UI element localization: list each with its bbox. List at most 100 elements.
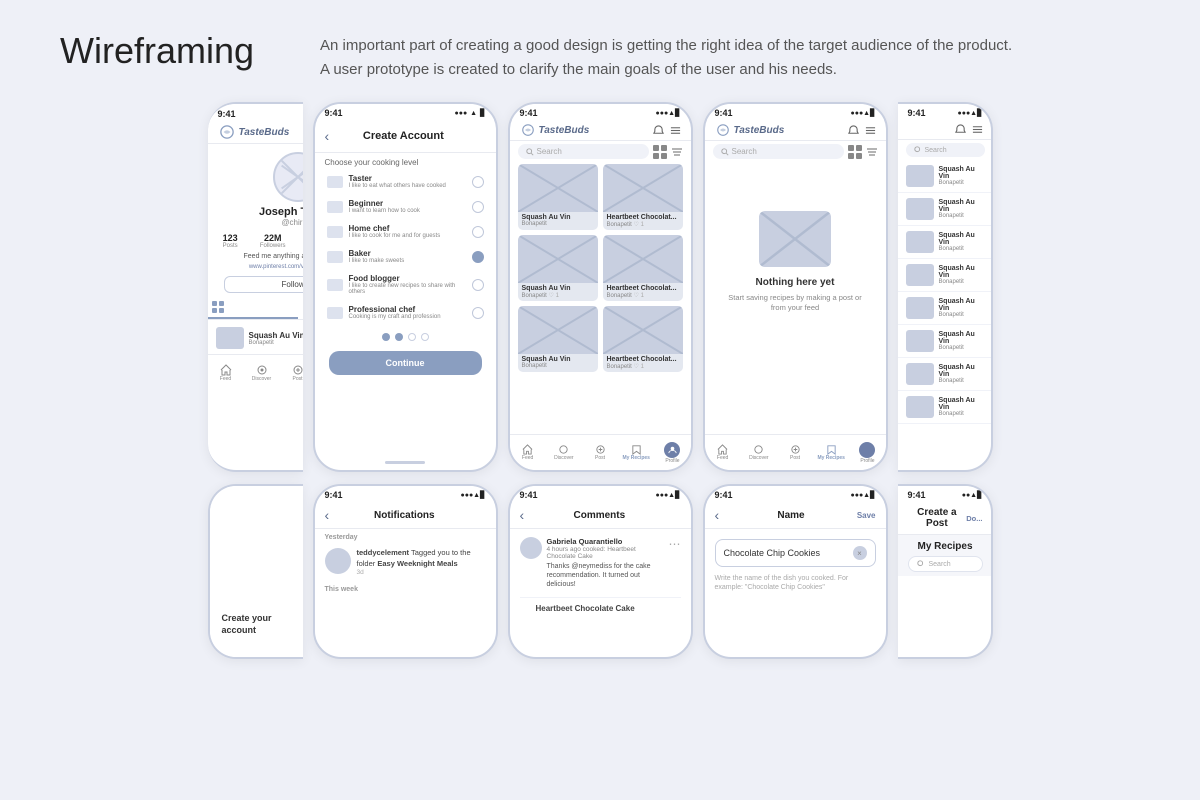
my-recipes-section: My Recipes Search (898, 535, 993, 576)
grid-toggle-icon[interactable] (653, 145, 667, 159)
cooking-level-title: Choose your cooking level (315, 153, 496, 169)
name-input-wrapper[interactable]: Chocolate Chip Cookies × (715, 539, 876, 567)
recipe-list: Squash Au VinBonapetit Squash Au VinBona… (898, 160, 993, 424)
name-input-value[interactable]: Chocolate Chip Cookies (724, 548, 853, 558)
search-bar[interactable]: Search (713, 144, 844, 159)
clear-button[interactable]: × (853, 546, 867, 560)
profile-link: www.pinterest.com/verikdmt/_saved/ (208, 262, 303, 272)
recipe-list-item[interactable]: Squash Au VinBonapetit (898, 226, 993, 259)
recipe-list-item[interactable]: Squash Au VinBonapetit (898, 325, 993, 358)
bottom-nav: Feed Discover Post My Recipes Profile (208, 354, 303, 390)
feed-nav-bar: TasteBuds (510, 120, 691, 141)
level-taster[interactable]: TasterI like to eat what others have coo… (319, 169, 492, 194)
recipe-card[interactable]: Squash Au VinBonapetit (518, 306, 598, 372)
profile-bio: Feed me anything and I'm happy :) (208, 251, 303, 262)
page-header: Wireframing An important part of creatin… (0, 0, 1200, 102)
profile-nav-bar: TasteBuds (208, 121, 303, 144)
status-bar: 9:41 ●●●▲▊ (315, 486, 496, 502)
notifications-header: ‹ Notifications (315, 502, 496, 529)
status-bar: 9:41 ●●●▲▊ (510, 104, 691, 120)
recipe-card[interactable]: Heartbeet Chocolat...Bonapetit ♡ 1 (603, 164, 683, 230)
frames-row-1: 9:41 ●●● ▲ ▊ TasteBuds (0, 102, 1200, 472)
bell-icon (653, 125, 664, 136)
recipe-list-item[interactable]: Squash Au VinBonapetit (898, 160, 993, 193)
recipe-card[interactable]: Heartbeet Chocolat...Bonapetit ♡ 1 (603, 235, 683, 301)
tab-saved[interactable] (298, 297, 303, 319)
comments-frame: 9:41 ●●●▲▊ ‹ Comments Gabriela Quarantie… (508, 484, 693, 659)
status-bar: 9:41 ●●●▲▊ (510, 486, 691, 502)
home-indicator (385, 461, 425, 464)
status-bar: 9:41 ●●▲▊ (898, 486, 993, 502)
follow-button[interactable]: Followed (224, 276, 303, 293)
page-title: Wireframing (60, 30, 260, 72)
search-row: Search (898, 140, 993, 160)
recipe-list-item[interactable]: Squash Au VinBonapetit (898, 391, 993, 424)
save-button[interactable]: Save (857, 511, 876, 520)
nothing-desc: Start saving recipes by making a post or… (725, 293, 866, 314)
my-recipes-title: My Recipes (908, 541, 983, 552)
recipe-card[interactable]: Squash Au VinBonapetit ♡ 1 (518, 235, 598, 301)
level-professional-chef[interactable]: Professional chefCooking is my craft and… (319, 300, 492, 325)
nothing-title: Nothing here yet (756, 277, 835, 288)
name-title: Name (725, 510, 857, 521)
back-button[interactable]: ‹ (325, 507, 330, 523)
filter-icon[interactable] (671, 146, 683, 158)
nothing-icon (759, 211, 831, 267)
recipe-list-item[interactable]: Squash Au VinBonapetit (898, 358, 993, 391)
list-nav-bar (898, 120, 993, 140)
level-home-chef[interactable]: Home chefI like to cook for me and for g… (319, 219, 492, 244)
recipe-card[interactable]: Heartbeet Chocolat...Bonapetit ♡ 1 (603, 306, 683, 372)
recipe-list-item[interactable]: Squash Au VinBonapetit (898, 259, 993, 292)
recipe-card[interactable]: Squash Au VinBonapetit (518, 164, 598, 230)
profile-handle: @chirrrik (208, 218, 303, 227)
profile-frame: 9:41 ●●● ▲ ▊ TasteBuds (208, 102, 303, 472)
app-logo: TasteBuds (715, 124, 785, 136)
search-placeholder: Search (929, 561, 951, 568)
back-button[interactable]: ‹ (325, 128, 330, 144)
create-account-cta-text: Create your account (222, 612, 291, 637)
recipe-list-item[interactable]: Squash Au VinBonapetit (898, 193, 993, 226)
notif-body: teddycelement Tagged you to the folder E… (357, 548, 486, 576)
search-bar[interactable]: Search (518, 144, 649, 159)
recipe-list-item[interactable]: Squash Au VinBonapetit (898, 292, 993, 325)
status-bar: 9:41 ●●●▲▊ (705, 486, 886, 502)
profile-tabs (208, 297, 303, 320)
level-baker[interactable]: BakerI like to make sweets (319, 244, 492, 269)
status-bar: 9:41 ●●●▲▊ (705, 104, 886, 120)
notif-section-yesterday: Yesterday (315, 529, 496, 543)
back-button[interactable]: ‹ (520, 507, 525, 523)
recipe-grid: Squash Au VinBonapetit Heartbeet Chocola… (510, 162, 691, 374)
create-post-frame: 9:41 ●●▲▊ Create a Post Do... My Recipes… (898, 484, 993, 659)
tab-grid[interactable] (208, 297, 298, 319)
name-header: ‹ Name Save (705, 502, 886, 529)
feed-frame: 9:41 ●●●▲▊ TasteBuds Search (508, 102, 693, 472)
comment-avatar (520, 537, 542, 559)
dot-4 (421, 333, 429, 341)
notification-item[interactable]: teddycelement Tagged you to the folder E… (315, 543, 496, 581)
notif-avatar (325, 548, 351, 574)
done-label[interactable]: Do... (966, 514, 982, 523)
nothing-here-section: Nothing here yet Start saving recipes by… (705, 162, 886, 362)
profile-avatar (273, 152, 303, 202)
level-food-blogger[interactable]: Food bloggerI like to create new recipes… (319, 269, 492, 300)
comments-title: Comments (530, 510, 668, 521)
continue-button[interactable]: Continue (329, 351, 482, 375)
search-bar[interactable]: Search (906, 143, 985, 157)
status-bar: 9:41 ●●● ▲ ▊ (208, 104, 303, 121)
progress-dots (315, 325, 496, 349)
back-button[interactable]: ‹ (715, 507, 720, 523)
saved-frame: 9:41 ●●●▲▊ TasteBuds Search (703, 102, 888, 472)
create-post-header: Create a Post Do... (898, 502, 993, 535)
search-placeholder: Search (537, 147, 562, 156)
level-beginner[interactable]: BeginnerI want to learn how to cook (319, 194, 492, 219)
screen-title: Create Account (335, 130, 471, 142)
app-logo: TasteBuds (218, 125, 290, 139)
create-account-frame: 9:41 ●●● ▲ ▊ ‹ Create Account Choose you… (313, 102, 498, 472)
status-bar: 9:41 ●●●▲▊ (898, 104, 993, 120)
comment-more-icon[interactable]: ⋯ (669, 537, 681, 551)
comment-recipe-title: Heartbeet Chocolate Cake (510, 598, 691, 619)
dot-3 (408, 333, 416, 341)
notifications-title: Notifications (335, 510, 473, 521)
my-recipes-search[interactable]: Search (908, 556, 983, 572)
create-account-header: ‹ Create Account (315, 120, 496, 153)
